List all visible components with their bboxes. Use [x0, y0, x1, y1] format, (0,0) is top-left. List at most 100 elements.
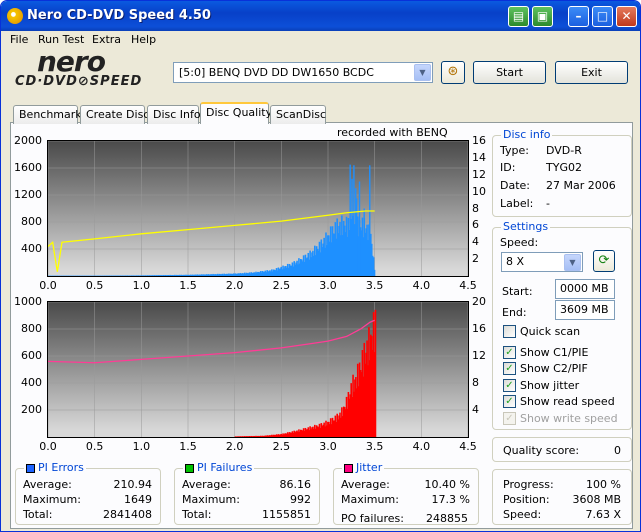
- tab-scandisc[interactable]: ScanDisc: [270, 105, 326, 124]
- disc-eject-icon[interactable]: ⊛: [441, 61, 465, 84]
- start-button[interactable]: Start: [473, 61, 546, 84]
- pi-errors-maximum: 1649: [124, 493, 152, 506]
- x-tick-label: 4.5: [459, 440, 477, 453]
- show-c2-label: Show C2/PIF: [520, 362, 588, 375]
- x-tick-label: 4.0: [412, 279, 431, 292]
- drive-select[interactable]: [5:0] BENQ DVD DD DW1650 BCDC ▼: [173, 62, 433, 83]
- quality-score-label: Quality score:: [503, 444, 580, 457]
- y2-tick-label: 20: [472, 295, 486, 308]
- chart-line: [47, 319, 375, 364]
- y-tick-label: 1200: [14, 188, 42, 201]
- end-input[interactable]: 3609 MB: [555, 300, 615, 320]
- disc-label-value: -: [546, 197, 550, 210]
- progress-label: Progress:: [503, 478, 554, 491]
- tab-disc-quality[interactable]: Disc Quality: [200, 102, 272, 124]
- pi-failures-group: PI Failures Average: 86.16 Maximum: 992 …: [174, 461, 320, 525]
- read-speed-label: Speed:: [503, 508, 542, 521]
- y2-tick-label: 14: [472, 150, 486, 164]
- refresh-icon[interactable]: ⟳: [593, 250, 615, 272]
- show-jitter-checkbox[interactable]: ✓: [503, 379, 516, 392]
- pi-failures-maximum-label: Maximum:: [182, 493, 240, 506]
- show-jitter-label: Show jitter: [520, 379, 580, 392]
- pi-failures-total: 1155851: [262, 508, 311, 521]
- position-value: 3608 MB: [572, 493, 621, 506]
- y-tick-label: 1600: [14, 161, 42, 174]
- y-tick-label: 400: [21, 242, 42, 255]
- pi-errors-chart: [47, 140, 469, 277]
- y-tick-label: 800: [21, 215, 42, 228]
- x-tick-label: 1.5: [179, 440, 197, 453]
- chart-spike: [358, 181, 361, 276]
- menu-help[interactable]: Help: [131, 33, 156, 46]
- quick-scan-checkbox[interactable]: ✓: [503, 325, 516, 338]
- pi-failures-average-label: Average:: [182, 478, 231, 491]
- maximize-button[interactable]: □: [592, 6, 613, 27]
- x-tick-label: 2.5: [272, 440, 291, 453]
- x-tick-label: 2.0: [225, 440, 244, 453]
- tab-disc-info[interactable]: Disc Info: [147, 105, 201, 124]
- speed-select[interactable]: 8 X ▼: [501, 252, 583, 272]
- disc-label-label: Label:: [500, 197, 534, 210]
- mini-view-button[interactable]: ▤: [508, 6, 529, 27]
- pi-errors-group: PI Errors Average: 210.94 Maximum: 1649 …: [15, 461, 161, 525]
- x-tick-label: 4.0: [412, 440, 431, 453]
- chart-bar: [373, 269, 376, 276]
- chart-title: recorded with BENQ: [337, 126, 448, 139]
- show-write-speed-checkbox: ✓: [503, 412, 516, 425]
- x-tick-label: 0.5: [85, 440, 104, 453]
- cd-dvd-speed-logo: CD·DVD⊘SPEED: [15, 74, 143, 89]
- progress-group: Progress: 100 % Position: 3608 MB Speed:…: [492, 469, 632, 525]
- jitter-swatch: [344, 463, 353, 473]
- y2-tick-label: 8: [472, 201, 479, 215]
- minimize-button[interactable]: –: [568, 6, 589, 27]
- save-icon[interactable]: ▣: [532, 6, 553, 27]
- x-tick-label: 3.0: [319, 279, 337, 292]
- pi-failures-title: PI Failures: [197, 461, 253, 474]
- y-tick-label: 1000: [14, 295, 42, 308]
- title-bar[interactable]: Nero CD-DVD Speed 4.50 ▤ ▣ – □ ✕: [1, 1, 640, 31]
- start-label: Start:: [502, 285, 533, 298]
- quick-scan-label: Quick scan: [520, 325, 581, 338]
- show-c1-checkbox[interactable]: ✓: [503, 346, 516, 359]
- pi-failures-average: 86.16: [279, 478, 312, 491]
- po-failures-label: PO failures:: [341, 512, 404, 525]
- x-tick-label: 4.5: [459, 279, 477, 292]
- disc-type-label: Type:: [500, 144, 529, 157]
- disc-date-label: Date:: [500, 179, 530, 192]
- chart-bar: [374, 309, 377, 437]
- y2-tick-label: 10: [472, 184, 486, 198]
- y2-tick-label: 12: [472, 349, 486, 362]
- tab-create-disc[interactable]: Create Disc: [80, 105, 149, 124]
- show-write-speed-label: Show write speed: [520, 412, 618, 425]
- menu-file[interactable]: File: [10, 33, 28, 46]
- tab-benchmark[interactable]: Benchmark: [13, 105, 82, 124]
- show-c2-checkbox[interactable]: ✓: [503, 362, 516, 375]
- x-tick-label: 1.0: [132, 440, 151, 453]
- show-read-speed-checkbox[interactable]: ✓: [503, 395, 516, 408]
- pi-failures-maximum: 992: [290, 493, 311, 506]
- x-tick-label: 1.0: [132, 279, 151, 292]
- pi-errors-average-label: Average:: [23, 478, 72, 491]
- close-button[interactable]: ✕: [616, 6, 637, 27]
- exit-button[interactable]: Exit: [555, 61, 628, 84]
- chevron-down-icon[interactable]: ▼: [414, 64, 431, 81]
- progress-value: 100 %: [586, 478, 621, 491]
- start-input[interactable]: 0000 MB: [555, 279, 615, 299]
- y2-tick-label: 4: [472, 403, 479, 416]
- app-window: Nero CD-DVD Speed 4.50 ▤ ▣ – □ ✕ File Ru…: [0, 0, 641, 532]
- x-tick-label: 3.0: [319, 440, 337, 453]
- chevron-down-icon[interactable]: ▼: [564, 254, 581, 271]
- disc-info-title: Disc info: [501, 128, 553, 141]
- y2-tick-label: 8: [472, 376, 479, 389]
- y-tick-label: 800: [21, 322, 42, 335]
- chart-spike: [351, 178, 353, 276]
- y2-tick-label: 12: [472, 167, 486, 181]
- y2-tick-label: 16: [472, 322, 486, 335]
- x-tick-label: 0.5: [85, 279, 104, 292]
- x-tick-label: 0.0: [39, 279, 57, 292]
- position-label: Position:: [503, 493, 550, 506]
- y2-tick-label: 6: [472, 218, 479, 232]
- disc-type-value: DVD-R: [546, 144, 582, 157]
- chart-spike: [369, 165, 371, 276]
- pi-errors-total-label: Total:: [23, 508, 53, 521]
